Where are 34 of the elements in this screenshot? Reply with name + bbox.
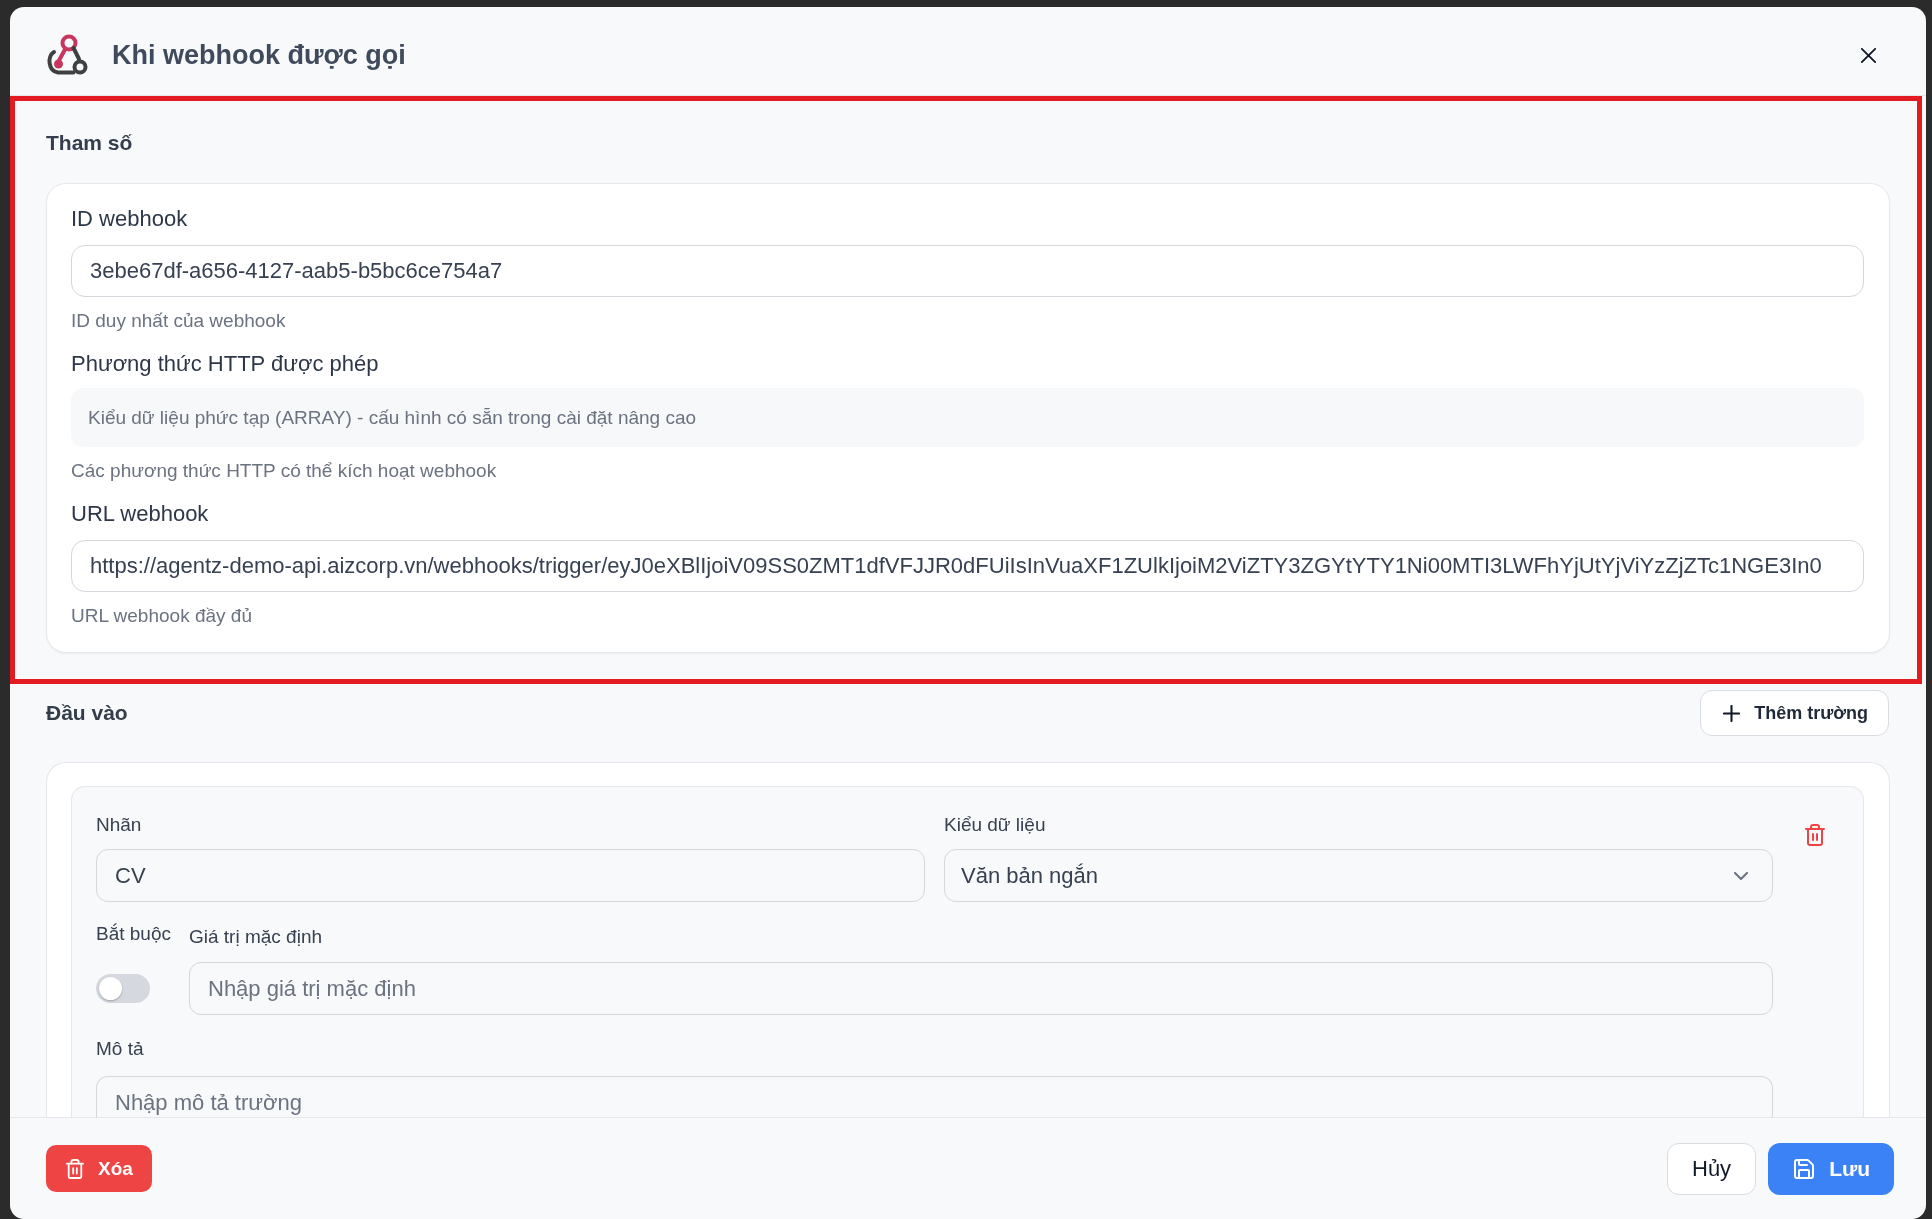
close-button[interactable] (1861, 47, 1876, 63)
trash-icon (1805, 824, 1825, 846)
section-heading: Tham số (46, 130, 134, 156)
select-field[interactable]: Văn bản ngắn (944, 849, 1773, 902)
field-label: Nhãn (96, 813, 143, 837)
input-field[interactable]: https://agentz-demo-api.aizcorp.vn/webhooks/trigger/eyJ0eXBlIjoiV09SS0ZMT1dfVFJJR0dFUiIsInVuaXF1ZUlkIjoiM2ViZTY3ZGYtYTY1Ni00MTI3LWFhYjUtYjViYzZjZTc1NGE3In0 (71, 540, 1864, 592)
dialog-title: Khi webhook được gọi (112, 39, 407, 72)
field-label: URL webhook (71, 500, 210, 528)
cancel-button[interactable]: Hủy (1667, 1142, 1757, 1195)
info-note: Kiểu dữ liệu phức tạp (ARRAY) - cấu hình có sẵn trong cài đặt nâng cao (71, 388, 1864, 447)
section-heading: Đầu vào (46, 700, 128, 726)
input-field[interactable]: Nhập mô tả trường (96, 1076, 1773, 1117)
field-label: Giá trị mặc định (189, 925, 324, 949)
field-label: Bắt buộc (96, 922, 171, 946)
field-hint: ID duy nhất của webhook (71, 309, 287, 333)
input-field[interactable]: Nhập giá trị mặc định (189, 962, 1773, 1015)
delete-button[interactable]: Xóa (46, 1145, 152, 1192)
field-hint: Các phương thức HTTP có thể kích hoạt webhook (71, 459, 498, 483)
input-field[interactable]: 3ebe67df-a656-4127-aab5-b5bc6ce754a7 (71, 245, 1864, 297)
delete-field-button[interactable] (1805, 824, 1825, 846)
trash-icon (66, 1158, 84, 1179)
input-field[interactable]: CV (96, 849, 925, 902)
field-label: ID webhook (71, 205, 189, 233)
plus-icon (1723, 704, 1741, 722)
field-label: Mô tả (96, 1037, 145, 1061)
toggle-switch[interactable] (96, 974, 150, 1003)
field-label: Kiểu dữ liệu (944, 813, 1047, 837)
chevron-down-icon (1734, 871, 1748, 880)
field-label: Phương thức HTTP được phép (71, 350, 380, 378)
add-field-button[interactable]: Thêm trường (1700, 690, 1889, 736)
close-icon (1861, 47, 1876, 63)
save-button[interactable]: Lưu (1768, 1142, 1894, 1195)
field-hint: URL webhook đầy đủ (71, 604, 253, 628)
save-icon (1794, 1158, 1815, 1179)
